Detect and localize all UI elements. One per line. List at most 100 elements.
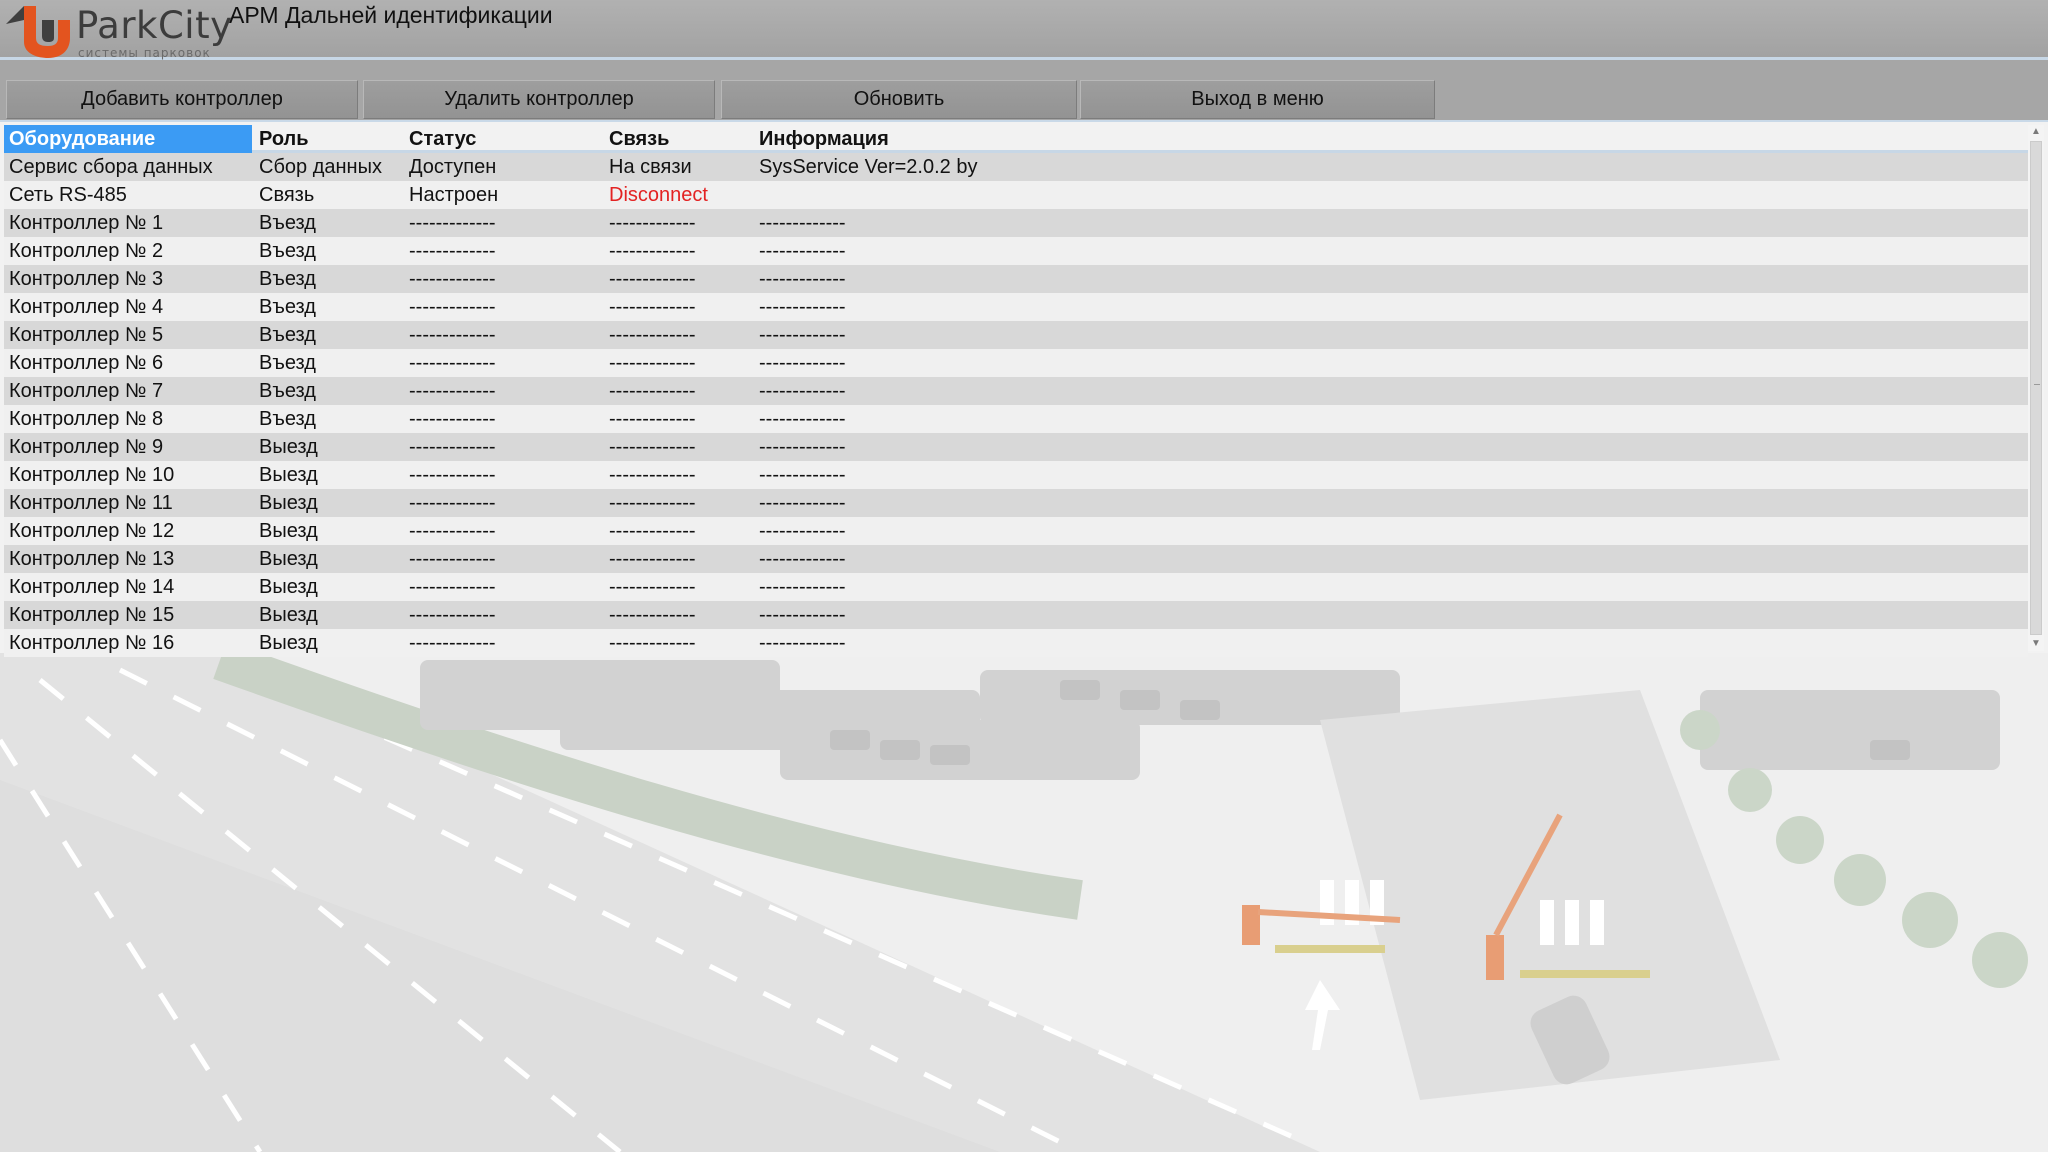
cell-connection: ------------- (609, 604, 696, 626)
cell-role: Выезд (259, 576, 318, 598)
cell-connection: ------------- (609, 548, 696, 570)
logo-text: ParkCity (76, 4, 233, 47)
scroll-down-arrow-icon[interactable]: ▼ (2028, 637, 2044, 651)
equipment-table-body: Оборудование Роль Статус Связь Информаци… (4, 125, 2028, 657)
add-controller-button[interactable]: Добавить контроллер (6, 80, 358, 119)
cell-connection: ------------- (609, 352, 696, 374)
table-row[interactable]: Контроллер № 3 Въезд ------------- --------… (4, 265, 2028, 293)
exit-to-menu-button[interactable]: Выход в меню (1080, 80, 1435, 119)
cell-info: ------------- (759, 492, 846, 514)
cell-status: ------------- (409, 576, 496, 598)
cell-connection: Disconnect (609, 184, 708, 206)
table-row[interactable]: Контроллер № 10 Выезд ------------- -------… (4, 461, 2028, 489)
table-row[interactable]: Контроллер № 4 Въезд ------------- --------… (4, 293, 2028, 321)
cell-connection: ------------- (609, 380, 696, 402)
cell-status: ------------- (409, 408, 496, 430)
cell-info: ------------- (759, 212, 846, 234)
cell-connection: ------------- (609, 576, 696, 598)
cell-connection: ------------- (609, 464, 696, 486)
table-header-row: Оборудование Роль Статус Связь Информаци… (4, 125, 2028, 153)
table-row[interactable]: Контроллер № 13 Выезд ------------- -------… (4, 545, 2028, 573)
cell-equipment: Контроллер № 3 (9, 268, 164, 290)
table-row[interactable]: Контроллер № 1 Въезд ------------- --------… (4, 209, 2028, 237)
cell-role: Въезд (259, 240, 316, 262)
cell-role: Сбор данных (259, 156, 382, 178)
cell-equipment: Контроллер № 10 (9, 464, 175, 486)
scrollbar-thumb[interactable] (2030, 141, 2042, 635)
cell-status: Настроен (409, 184, 499, 206)
cell-role: Выезд (259, 632, 318, 654)
cell-status: Доступен (409, 156, 497, 178)
cell-connection: ------------- (609, 632, 696, 654)
cell-info: ------------- (759, 576, 846, 598)
column-header-role[interactable]: Роль (254, 125, 404, 153)
cell-info: ------------- (759, 436, 846, 458)
cell-role: Въезд (259, 352, 316, 374)
cell-info: ------------- (759, 548, 846, 570)
cell-info: ------------- (759, 604, 846, 626)
table-row[interactable]: Контроллер № 12 Выезд ------------- -------… (4, 517, 2028, 545)
cell-equipment: Контроллер № 4 (9, 296, 164, 318)
cell-info: ------------- (759, 464, 846, 486)
delete-controller-button[interactable]: Удалить контроллер (363, 80, 715, 119)
logo-subtitle: системы парковок (78, 46, 211, 60)
table-row[interactable]: Контроллер № 9 Выезд ------------- --------… (4, 433, 2028, 461)
table-row[interactable]: Контроллер № 5 Въезд ------------- --------… (4, 321, 2028, 349)
cell-info: ------------- (759, 408, 846, 430)
table-row[interactable]: Контроллер № 2 Въезд ------------- --------… (4, 237, 2028, 265)
cell-role: Выезд (259, 604, 318, 626)
scroll-up-arrow-icon[interactable]: ▲ (2028, 125, 2044, 139)
cell-status: ------------- (409, 268, 496, 290)
table-row[interactable]: Контроллер № 15 Выезд ------------- -------… (4, 601, 2028, 629)
cell-role: Выезд (259, 492, 318, 514)
column-header-info[interactable]: Информация (754, 125, 2024, 153)
cell-equipment: Контроллер № 7 (9, 380, 164, 402)
cell-status: ------------- (409, 436, 496, 458)
table-row[interactable]: Контроллер № 16 Выезд ------------- -------… (4, 629, 2028, 657)
cell-role: Выезд (259, 520, 318, 542)
refresh-button[interactable]: Обновить (721, 80, 1077, 119)
cell-role: Связь (259, 184, 315, 206)
cell-role: Въезд (259, 408, 316, 430)
cell-connection: ------------- (609, 268, 696, 290)
cell-role: Выезд (259, 464, 318, 486)
cell-info: ------------- (759, 520, 846, 542)
table-row[interactable]: Контроллер № 6 Въезд ------------- --------… (4, 349, 2028, 377)
cell-status: ------------- (409, 296, 496, 318)
cell-status: ------------- (409, 520, 496, 542)
column-header-status[interactable]: Статус (404, 125, 604, 153)
cell-equipment: Контроллер № 11 (9, 492, 173, 514)
table-row[interactable]: Контроллер № 11 Выезд ------------- -------… (4, 489, 2028, 517)
table-row[interactable]: Сеть RS-485 Связь Настроен Disconnect (4, 181, 2028, 209)
cell-status: ------------- (409, 604, 496, 626)
cell-equipment: Контроллер № 13 (9, 548, 175, 570)
cell-status: ------------- (409, 352, 496, 374)
cell-connection: ------------- (609, 436, 696, 458)
cell-info: ------------- (759, 296, 846, 318)
table-row[interactable]: Контроллер № 14 Выезд ------------- -------… (4, 573, 2028, 601)
cell-connection: ------------- (609, 324, 696, 346)
cell-status: ------------- (409, 492, 496, 514)
equipment-table: Оборудование Роль Статус Связь Информаци… (0, 122, 2048, 657)
table-row[interactable]: Контроллер № 8 Въезд ------------- --------… (4, 405, 2028, 433)
cell-connection: ------------- (609, 240, 696, 262)
column-header-equipment[interactable]: Оборудование (4, 125, 252, 153)
cell-role: Въезд (259, 296, 316, 318)
vertical-scrollbar[interactable]: ▲ ▼ (2028, 125, 2044, 651)
toolbar: Добавить контроллер Удалить контроллер О… (0, 60, 2048, 122)
cell-role: Въезд (259, 324, 316, 346)
cell-role: Въезд (259, 380, 316, 402)
cell-role: Выезд (259, 548, 318, 570)
cell-connection: ------------- (609, 296, 696, 318)
cell-equipment: Сервис сбора данных (9, 156, 213, 178)
cell-connection: ------------- (609, 520, 696, 542)
table-row[interactable]: Сервис сбора данных Сбор данных Доступен На… (4, 153, 2028, 181)
cell-equipment: Контроллер № 12 (9, 520, 175, 542)
parkcity-logo-icon (6, 6, 70, 58)
column-header-connection[interactable]: Связь (604, 125, 754, 153)
app-title: АРМ Дальней идентификации (229, 2, 553, 28)
cell-info: ------------- (759, 240, 846, 262)
table-row[interactable]: Контроллер № 7 Въезд ------------- --------… (4, 377, 2028, 405)
cell-role: Выезд (259, 436, 318, 458)
cell-info: ------------- (759, 268, 846, 290)
